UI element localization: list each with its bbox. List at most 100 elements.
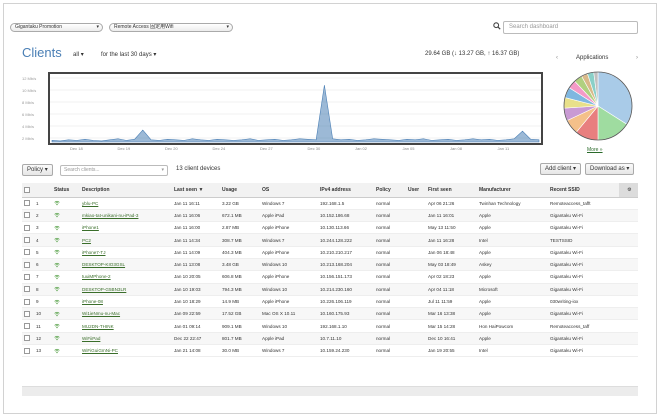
row-description[interactable]: DESKTOP-G5BN3LR <box>80 283 172 296</box>
table-row[interactable]: 8 DESKTOP-G5BN3LR Jan 10 19:03 794.3 MB Wind… <box>22 283 638 296</box>
table-row[interactable]: 2 mkiao-tat-unikani-nu-iPad-3 Jan 11 16:06… <box>22 209 638 223</box>
row-status <box>52 197 80 210</box>
row-ipv4: 10.7.11.10 <box>318 332 374 346</box>
client-description-link[interactable]: DESKTOP-G5BN3LR <box>82 287 126 292</box>
filter-all-dropdown[interactable]: all ▾ <box>73 51 84 58</box>
table-row[interactable]: 7 tuuiMPhone-2 Jan 10 20:05 606.8 MB Apple i… <box>22 270 638 284</box>
client-description-link[interactable]: WiFiiPad <box>82 336 100 341</box>
row-checkbox[interactable] <box>24 298 30 305</box>
row-select[interactable] <box>22 209 34 223</box>
row-select[interactable] <box>22 283 34 296</box>
column-header-policy[interactable]: Policy <box>374 183 406 198</box>
row-os: Apple iPad <box>260 332 318 346</box>
row-checkbox[interactable] <box>24 323 30 330</box>
more-applications-link[interactable]: More » <box>587 147 603 153</box>
row-select[interactable] <box>22 332 34 346</box>
table-row[interactable]: 9 iPhone-08 Jan 10 18:29 14.9 MB Apple iPhon… <box>22 295 638 309</box>
row-checkbox[interactable] <box>24 200 30 207</box>
row-checkbox[interactable] <box>24 310 30 317</box>
table-row[interactable]: 4 PC2 Jan 11 14:34 308.7 MB Windows 7 10.244.… <box>22 233 638 247</box>
row-description[interactable]: PC2 <box>80 233 172 247</box>
row-checkbox[interactable] <box>24 347 30 354</box>
row-description[interactable]: Wi1ieNmu-nu-Mac <box>80 307 172 321</box>
time-range-dropdown[interactable]: for the last 30 days ▾ <box>101 51 156 58</box>
apps-next-button[interactable]: › <box>636 55 638 61</box>
table-row[interactable]: 3 iPhone1 Jan 11 16:00 2.87 MB Apple iPhone 1… <box>22 221 638 235</box>
row-description[interactable]: tuuiMPhone-2 <box>80 270 172 284</box>
table-row[interactable]: 13 WiFiGuiGmNi-PC Jan 21 14:08 30.0 MB Windo… <box>22 344 638 358</box>
client-description-link[interactable]: MU2DN-THINK <box>82 324 114 329</box>
column-settings-button[interactable]: ⚙ <box>619 183 638 198</box>
ssid-select[interactable]: Remote Access 固定用Wifi ▾ <box>109 23 233 32</box>
row-checkbox[interactable] <box>24 286 30 293</box>
column-header-status[interactable]: Status <box>52 183 80 198</box>
client-description-link[interactable]: yblu-PC <box>82 201 98 206</box>
row-checkbox[interactable] <box>24 335 30 342</box>
policy-button[interactable]: Policy ▾ <box>22 164 53 176</box>
network-select[interactable]: Gigantaku Promotion ▾ <box>10 23 103 32</box>
select-all-checkbox[interactable] <box>24 186 30 193</box>
row-description[interactable]: iPhone-08 <box>80 295 172 309</box>
row-select[interactable] <box>22 246 34 259</box>
row-description[interactable]: WiFiGuiGmNi-PC <box>80 344 172 358</box>
table-row[interactable]: 11 MU2DN-THINK Jan 01 09:14 909.1 MB Windows… <box>22 319 638 333</box>
row-checkbox[interactable] <box>24 249 30 256</box>
row-select[interactable] <box>22 270 34 284</box>
table-row[interactable]: 5 iPhone7-TJ Jan 11 14:09 404.3 MB Apple iPh… <box>22 246 638 259</box>
row-checkbox[interactable] <box>24 237 30 244</box>
row-select[interactable] <box>22 197 34 210</box>
row-select[interactable] <box>22 319 34 333</box>
select-all-header[interactable] <box>22 183 34 198</box>
client-description-link[interactable]: iPhone7-TJ <box>82 250 106 255</box>
column-header-usage[interactable]: Usage <box>220 183 260 198</box>
row-description[interactable]: iPhone7-TJ <box>80 246 172 259</box>
row-select[interactable] <box>22 344 34 358</box>
row-description[interactable]: yblu-PC <box>80 197 172 210</box>
row-description[interactable]: MU2DN-THINK <box>80 319 172 333</box>
row-status <box>52 319 80 333</box>
row-checkbox[interactable] <box>24 261 30 268</box>
add-client-button[interactable]: Add client ▾ <box>540 163 582 175</box>
row-select[interactable] <box>22 233 34 247</box>
y-tick-label: 10 Mb/s <box>22 88 37 93</box>
row-description[interactable]: WiFiiPad <box>80 332 172 346</box>
table-row[interactable]: 10 Wi1ieNmu-nu-Mac Jan 09 22:59 17.52 GB Mac… <box>22 307 638 321</box>
client-description-link[interactable]: WiFiGuiGmNi-PC <box>82 348 118 353</box>
column-header-user[interactable]: User <box>406 183 426 198</box>
column-header-description[interactable]: Description <box>80 183 172 198</box>
row-usage: 672.1 MB <box>220 209 260 223</box>
row-description[interactable]: DESKTOP-KIO3GSL <box>80 258 172 272</box>
row-first-seen: Jan 19 20:55 <box>426 344 477 358</box>
client-description-link[interactable]: PC2 <box>82 238 91 243</box>
row-checkbox[interactable] <box>24 212 30 219</box>
apps-prev-button[interactable]: ‹ <box>556 55 558 61</box>
row-select[interactable] <box>22 295 34 309</box>
row-first-seen: May 03 18:49 <box>426 258 477 272</box>
row-select[interactable] <box>22 307 34 321</box>
client-description-link[interactable]: iPhone1 <box>82 225 99 230</box>
column-header-os[interactable]: OS <box>260 183 318 198</box>
row-select[interactable] <box>22 258 34 272</box>
search-clients-input[interactable]: Search clients... ▾ <box>60 165 168 176</box>
client-description-link[interactable]: mkiao-tat-unikani-nu-iPad-3 <box>82 213 138 218</box>
column-header-last-seen[interactable]: Last seen ▼ <box>172 183 220 198</box>
row-checkbox[interactable] <box>24 273 30 280</box>
client-description-link[interactable]: iPhone-08 <box>82 299 103 304</box>
row-status <box>52 332 80 346</box>
column-header-recent-ssid[interactable]: Recent SSID <box>548 183 619 198</box>
row-description[interactable]: mkiao-tat-unikani-nu-iPad-3 <box>80 209 172 223</box>
column-header-first-seen[interactable]: First seen <box>426 183 477 198</box>
table-row[interactable]: 12 WiFiiPad Dec 22 22:47 801.7 MB Apple iPad… <box>22 332 638 346</box>
row-description[interactable]: iPhone1 <box>80 221 172 235</box>
row-select[interactable] <box>22 221 34 235</box>
client-description-link[interactable]: Wi1ieNmu-nu-Mac <box>82 311 120 316</box>
table-row[interactable]: 1 yblu-PC Jan 11 16:11 3.22 GB Windows 7 192.… <box>22 197 638 210</box>
table-row[interactable]: 6 DESKTOP-KIO3GSL Jan 11 13:08 3.48 GB Windo… <box>22 258 638 272</box>
download-as-button[interactable]: Download as ▾ <box>585 163 635 175</box>
client-description-link[interactable]: DESKTOP-KIO3GSL <box>82 262 125 267</box>
row-checkbox[interactable] <box>24 224 30 231</box>
search-dashboard-input[interactable]: Search dashboard <box>503 21 638 34</box>
column-header-ipv4[interactable]: IPv4 address <box>318 183 374 198</box>
client-description-link[interactable]: tuuiMPhone-2 <box>82 274 111 279</box>
column-header-manufacturer[interactable]: Manufacturer <box>477 183 548 198</box>
